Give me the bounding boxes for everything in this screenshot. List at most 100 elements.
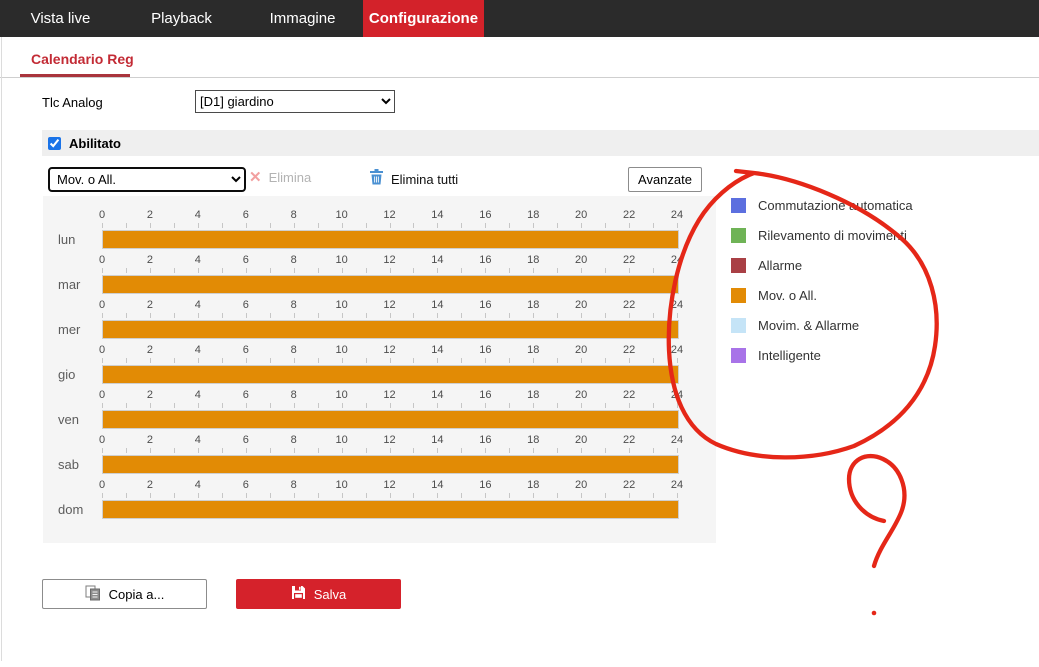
hour-tick (318, 268, 319, 273)
record-type-legend: Commutazione automaticaRilevamento di mo… (731, 190, 913, 370)
hour-label: 22 (623, 479, 635, 491)
hour-tick (437, 223, 438, 228)
hour-tick (150, 448, 151, 453)
hour-tick (509, 493, 510, 498)
hour-tick (198, 313, 199, 318)
hour-tick (174, 403, 175, 408)
hour-tick (102, 493, 103, 498)
hour-label: 16 (479, 389, 491, 401)
day-label: mar (58, 276, 80, 293)
hour-label: 8 (291, 434, 297, 446)
hour-tick (653, 448, 654, 453)
hour-tick (342, 313, 343, 318)
schedule-row: lun024681012141618202224 (43, 209, 716, 254)
hour-label: 4 (195, 209, 201, 221)
save-button[interactable]: Salva (236, 579, 401, 609)
hour-tick (270, 403, 271, 408)
hour-label: 24 (671, 299, 683, 311)
schedule-bar[interactable] (102, 365, 679, 384)
hour-tick (461, 223, 462, 228)
save-icon (291, 585, 306, 603)
hour-tick (437, 358, 438, 363)
hour-tick (485, 403, 486, 408)
hour-tick (437, 493, 438, 498)
hour-tick (318, 358, 319, 363)
hour-tick (557, 358, 558, 363)
hour-tick (390, 268, 391, 273)
delete-all-button[interactable]: Elimina tutti (370, 169, 458, 190)
hour-tick (390, 403, 391, 408)
hour-tick (437, 313, 438, 318)
enabled-checkbox[interactable] (48, 137, 61, 150)
hour-tick (677, 448, 678, 453)
record-type-select[interactable]: Mov. o All. (48, 167, 246, 192)
enabled-row: Abilitato (42, 130, 1039, 156)
hour-tick (605, 223, 606, 228)
hour-label: 6 (243, 479, 249, 491)
hour-label: 4 (195, 434, 201, 446)
camera-select[interactable]: [D1] giardino (195, 90, 395, 113)
hour-tick (533, 223, 534, 228)
hour-tick (461, 313, 462, 318)
hour-tick (509, 448, 510, 453)
hour-label: 10 (335, 209, 347, 221)
hour-tick (126, 493, 127, 498)
hour-tick (174, 313, 175, 318)
x-delete-icon: ✕ (249, 170, 262, 185)
hour-tick (174, 448, 175, 453)
timeline-ruler: 024681012141618202224 (102, 479, 679, 524)
hour-tick (485, 493, 486, 498)
hour-tick (126, 358, 127, 363)
hour-tick (461, 448, 462, 453)
tab-calendario-reg[interactable]: Calendario Reg (31, 51, 134, 67)
hour-tick (533, 493, 534, 498)
legend-label: Movim. & Allarme (758, 318, 859, 333)
hour-label: 12 (383, 254, 395, 266)
schedule-bar[interactable] (102, 230, 679, 249)
schedule-bar[interactable] (102, 410, 679, 429)
hour-tick (246, 493, 247, 498)
hour-tick (198, 268, 199, 273)
hour-tick (677, 358, 678, 363)
hour-tick (509, 313, 510, 318)
hour-tick (342, 223, 343, 228)
advanced-button[interactable]: Avanzate (628, 167, 702, 192)
hour-tick (294, 448, 295, 453)
hour-label: 14 (431, 479, 443, 491)
page: Vista livePlaybackImmagineConfigurazione… (0, 0, 1039, 667)
nav-item-playback[interactable]: Playback (121, 0, 242, 37)
copy-to-button[interactable]: Copia a... (42, 579, 207, 609)
hour-tick (677, 313, 678, 318)
nav-item-vista-live[interactable]: Vista live (0, 0, 121, 37)
hour-tick (294, 223, 295, 228)
delete-all-label: Elimina tutti (391, 172, 458, 187)
hour-tick (629, 493, 630, 498)
nav-item-configurazione[interactable]: Configurazione (363, 0, 484, 37)
hour-label: 0 (99, 209, 105, 221)
hour-tick (366, 403, 367, 408)
schedule-bar[interactable] (102, 500, 679, 519)
hour-label: 22 (623, 434, 635, 446)
hour-tick (222, 493, 223, 498)
hour-tick (246, 268, 247, 273)
copy-icon (85, 585, 101, 604)
hour-label: 2 (147, 434, 153, 446)
hour-tick (557, 448, 558, 453)
hour-tick (653, 223, 654, 228)
timeline-ruler: 024681012141618202224 (102, 344, 679, 389)
content-left-border (1, 37, 2, 661)
hour-tick (485, 313, 486, 318)
schedule-bar[interactable] (102, 275, 679, 294)
timeline-ruler: 024681012141618202224 (102, 254, 679, 299)
hour-tick (246, 403, 247, 408)
hour-tick (126, 448, 127, 453)
schedule-bar[interactable] (102, 320, 679, 339)
hour-tick (150, 358, 151, 363)
hour-label: 16 (479, 434, 491, 446)
hour-tick (413, 403, 414, 408)
schedule-bar[interactable] (102, 455, 679, 474)
hour-tick (461, 358, 462, 363)
hour-tick (222, 223, 223, 228)
nav-item-immagine[interactable]: Immagine (242, 0, 363, 37)
hour-tick (270, 223, 271, 228)
